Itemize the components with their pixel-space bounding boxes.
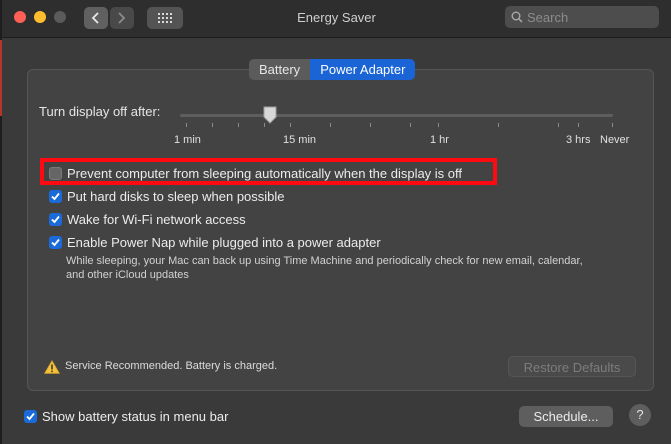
- tab-bar: Battery Power Adapter: [249, 59, 416, 80]
- slider-tick: [238, 123, 239, 127]
- show-battery-checkbox[interactable]: [24, 410, 37, 423]
- checkmark-icon: [51, 192, 60, 201]
- tick-label-never: Never: [600, 134, 630, 146]
- slider-tick: [330, 123, 331, 127]
- tick-label-15-min: 15 min: [283, 134, 317, 146]
- prevent-sleep-option[interactable]: Prevent computer from sleeping automatic…: [49, 166, 462, 181]
- search-icon: [511, 11, 523, 23]
- checkmark-icon: [51, 238, 60, 247]
- power-nap-description: While sleeping, your Mac can back up usi…: [66, 255, 583, 281]
- disk-sleep-label: Put hard disks to sleep when possible: [67, 189, 285, 204]
- slider-tick: [578, 123, 579, 127]
- show-battery-label: Show battery status in menu bar: [42, 409, 229, 424]
- warning-icon: [44, 360, 60, 374]
- slider-tick: [370, 123, 371, 127]
- power-nap-option[interactable]: Enable Power Nap while plugged into a po…: [49, 235, 381, 250]
- slider-tick: [438, 123, 439, 127]
- slider-tick: [558, 123, 559, 127]
- prevent-sleep-checkbox[interactable]: [49, 167, 62, 180]
- wake-wifi-option[interactable]: Wake for Wi-Fi network access: [49, 212, 246, 227]
- slider-tick: [410, 123, 411, 127]
- slider-tick: [612, 123, 613, 127]
- wake-wifi-checkbox[interactable]: [49, 213, 62, 226]
- tick-label-1-min: 1 min: [174, 134, 201, 146]
- display-sleep-slider-track[interactable]: [180, 114, 613, 117]
- tick-label-1-hr: 1 hr: [430, 134, 449, 146]
- display-sleep-slider-thumb[interactable]: [263, 106, 277, 124]
- checkmark-icon: [26, 412, 35, 421]
- tick-label-3-hrs: 3 hrs: [566, 134, 591, 146]
- slider-tick: [212, 123, 213, 127]
- search-input[interactable]: [525, 8, 659, 26]
- slider-tick: [290, 123, 291, 127]
- disk-sleep-checkbox[interactable]: [49, 190, 62, 203]
- show-battery-option[interactable]: Show battery status in menu bar: [24, 409, 228, 424]
- tab-battery[interactable]: Battery: [249, 59, 311, 80]
- checkmark-icon: [51, 215, 60, 224]
- slider-tick: [186, 123, 187, 127]
- power-nap-label: Enable Power Nap while plugged into a po…: [67, 235, 381, 250]
- disk-sleep-option[interactable]: Put hard disks to sleep when possible: [49, 189, 285, 204]
- background-window-edge: [0, 0, 2, 444]
- display-off-label: Turn display off after:: [39, 104, 161, 119]
- battery-status-text: Service Recommended. Battery is charged.: [65, 360, 278, 372]
- wake-wifi-label: Wake for Wi-Fi network access: [67, 212, 246, 227]
- slider-tick: [498, 123, 499, 127]
- restore-defaults-button[interactable]: Restore Defaults: [508, 356, 636, 377]
- prevent-sleep-label: Prevent computer from sleeping automatic…: [67, 166, 463, 181]
- title-bar: Energy Saver: [2, 0, 671, 38]
- schedule-button[interactable]: Schedule...: [519, 406, 613, 427]
- help-button[interactable]: ?: [629, 404, 651, 426]
- search-field[interactable]: [505, 6, 659, 28]
- tab-power-adapter[interactable]: Power Adapter: [310, 59, 416, 80]
- power-nap-checkbox[interactable]: [49, 236, 62, 249]
